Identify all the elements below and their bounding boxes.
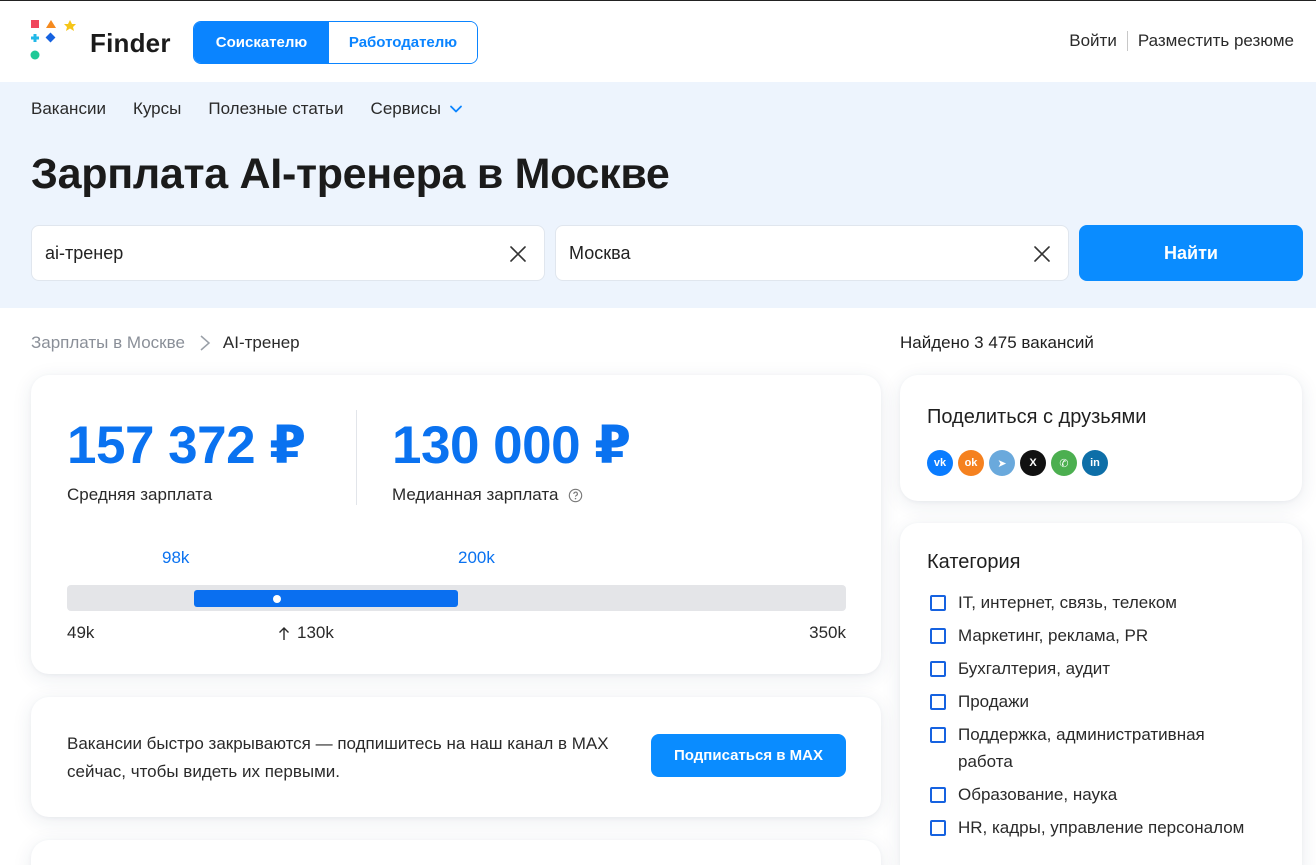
whatsapp-icon[interactable]: ✆ [1051, 450, 1077, 476]
breadcrumb: Зарплаты в Москве AI-тренер [31, 333, 300, 353]
nav-item-services-label: Сервисы [370, 99, 441, 118]
vk-icon[interactable]: vk [927, 450, 953, 476]
category-option-label: IT, интернет, связь, телеком [958, 593, 1177, 612]
median-salary-label: Медианная зарплата [392, 485, 559, 504]
category-option-label: HR, кадры, управление персоналом [958, 818, 1245, 837]
chevron-down-icon [450, 105, 462, 113]
breadcrumb-parent-link[interactable]: Зарплаты в Москве [31, 333, 185, 353]
odnoklassniki-icon[interactable]: ok [958, 450, 984, 476]
category-checkbox[interactable] [930, 694, 946, 710]
breadcrumb-current: AI-тренер [222, 333, 300, 352]
category-option[interactable]: Продажи [930, 688, 1260, 715]
nav-item-services[interactable]: Сервисы [371, 99, 463, 119]
category-option-label: Поддержка, административная работа [958, 725, 1205, 771]
category-filter-card: Категория IT, интернет, связь, телеком Ма… [900, 523, 1302, 865]
site-header: Finder Соискателю Работодателю Войти Раз… [0, 1, 1316, 82]
arrow-up-icon [279, 626, 289, 640]
nav-item-courses[interactable]: Курсы [133, 99, 181, 119]
salary-max-label: 350k [809, 623, 846, 642]
nav-item-vacancies[interactable]: Вакансии [31, 99, 106, 119]
category-checkbox[interactable] [930, 595, 946, 611]
category-checkbox[interactable] [930, 661, 946, 677]
promo-text: Вакансии быстро закрываются — подпишитес… [67, 734, 609, 781]
divider [1126, 31, 1128, 51]
profession-search-field [31, 225, 545, 281]
category-option-label: Маркетинг, реклама, PR [958, 626, 1149, 645]
category-option-label: Продажи [958, 692, 1029, 711]
x-icon[interactable]: X [1020, 450, 1046, 476]
help-icon[interactable] [568, 488, 583, 503]
category-checkbox[interactable] [930, 628, 946, 644]
city-input[interactable] [569, 226, 979, 280]
auth-links: Войти Разместить резюме [1069, 31, 1294, 51]
salary-median-axis: 130k [278, 623, 334, 643]
post-resume-link[interactable]: Разместить резюме [1138, 31, 1294, 51]
category-option[interactable]: HR, кадры, управление персоналом [930, 814, 1260, 841]
median-marker [272, 595, 281, 603]
city-search-field [555, 225, 1069, 281]
salary-median-short-label: 130k [297, 623, 334, 642]
clear-city-icon[interactable] [1032, 244, 1052, 264]
category-title: Категория [927, 551, 1021, 573]
finder-logo-icon[interactable] [30, 18, 78, 66]
category-option[interactable]: Бухгалтерия, аудит [930, 655, 1260, 682]
main-nav: Вакансии Курсы Полезные статьи Сервисы [31, 99, 463, 119]
subscribe-promo-card: Вакансии быстро закрываются — подпишитес… [31, 697, 881, 817]
category-option[interactable]: Образование, наука [930, 781, 1260, 808]
next-card-peek [31, 840, 881, 865]
share-title: Поделиться с друзьями [927, 406, 1147, 428]
social-share-buttons: vk ok ➤ X ✆ in [927, 450, 1108, 476]
category-option[interactable]: Поддержка, административная работа [930, 721, 1260, 775]
category-option[interactable]: Маркетинг, реклама, PR [930, 622, 1260, 649]
category-checkbox[interactable] [930, 820, 946, 836]
share-card: Поделиться с друзьями vk ok ➤ X ✆ in [900, 375, 1302, 501]
subscribe-max-button[interactable]: Подписаться в MAX [651, 734, 846, 777]
role-tab-employer[interactable]: Работодателю [329, 22, 477, 63]
range-high-label: 200k [458, 548, 495, 567]
category-option-label: Образование, наука [958, 785, 1118, 804]
category-checkbox[interactable] [930, 727, 946, 743]
chevron-right-icon [200, 335, 211, 351]
average-salary-value: 157 372 ₽ [67, 416, 306, 475]
salary-range-fill [193, 590, 458, 607]
profession-input[interactable] [45, 226, 455, 280]
hero-section: Вакансии Курсы Полезные статьи Сервисы З… [0, 82, 1316, 308]
median-salary-value: 130 000 ₽ [392, 416, 631, 475]
nav-item-articles[interactable]: Полезные статьи [208, 99, 343, 119]
clear-profession-icon[interactable] [508, 244, 528, 264]
linkedin-icon[interactable]: in [1082, 450, 1108, 476]
range-low-label: 98k [162, 548, 190, 567]
logo-text[interactable]: Finder [90, 28, 171, 59]
salary-min-label: 49k [67, 623, 95, 642]
median-salary-label-row: Медианная зарплата [392, 485, 583, 505]
category-checkbox[interactable] [930, 787, 946, 803]
role-switch: Соискателю Работодателю [193, 21, 478, 64]
category-list: IT, интернет, связь, телеком Маркетинг, р… [930, 589, 1260, 847]
average-salary-label: Средняя зарплата [67, 485, 213, 504]
salary-range-track [67, 585, 846, 611]
category-option-label: Бухгалтерия, аудит [958, 659, 1111, 678]
find-button[interactable]: Найти [1079, 225, 1303, 281]
telegram-icon[interactable]: ➤ [989, 450, 1015, 476]
category-option[interactable]: IT, интернет, связь, телеком [930, 589, 1260, 616]
vacancies-found-count: Найдено 3 475 вакансий [900, 333, 1094, 352]
divider [356, 410, 357, 505]
page-title: Зарплата AI-тренера в Москве [31, 150, 670, 198]
role-tab-jobseeker[interactable]: Соискателю [194, 22, 329, 63]
login-link[interactable]: Войти [1069, 31, 1117, 51]
salary-card: 157 372 ₽ Средняя зарплата 130 000 ₽ Мед… [31, 375, 881, 674]
